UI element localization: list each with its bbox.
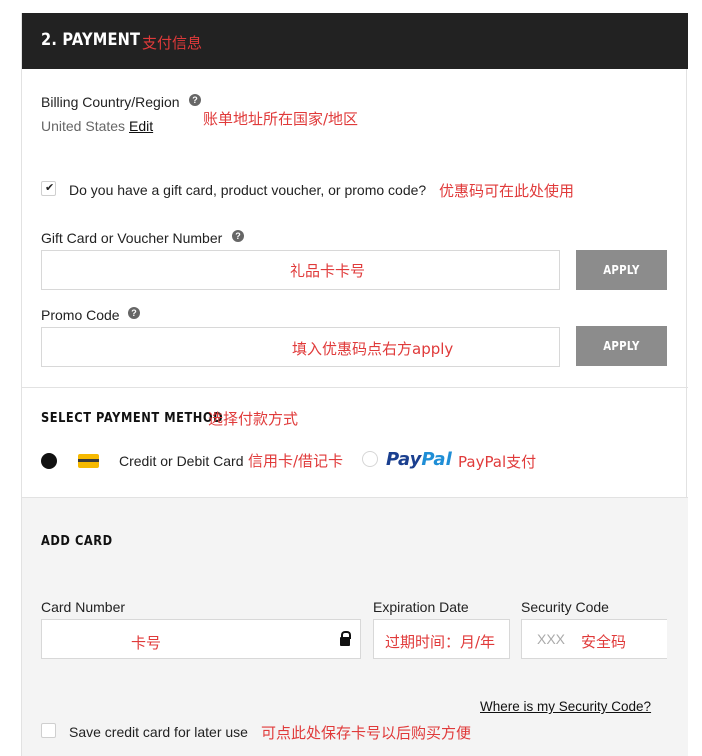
card-option-radio[interactable] [41, 453, 57, 469]
payment-title: 2. PAYMENT [41, 30, 141, 50]
save-card-label: Save credit card for later use [69, 724, 248, 740]
expiration-label: Expiration Date [373, 599, 469, 615]
credit-card-icon [78, 454, 99, 468]
save-card-checkbox[interactable] [41, 723, 56, 738]
security-code-label: Security Code [521, 599, 609, 615]
add-card-section: ADD CARD Card Number 卡号 Expiration Date … [22, 497, 688, 756]
card-option-label[interactable]: Credit or Debit Card [119, 453, 244, 469]
payment-panel: 2. PAYMENT 支付信息 Billing Country/Region ?… [21, 13, 688, 756]
promo-code-input[interactable]: 填入优惠码点右方apply [41, 327, 560, 367]
section-divider [22, 387, 688, 388]
gift-card-help-icon[interactable]: ? [232, 230, 244, 242]
promo-code-annotation: 填入优惠码点右方apply [292, 340, 454, 358]
save-card-annotation: 可点此处保存卡号以后购买方便 [261, 724, 472, 742]
promo-code-help-icon[interactable]: ? [128, 307, 140, 319]
billing-country-value: United States [41, 118, 126, 134]
paypal-logo[interactable]: PayPal [386, 449, 452, 470]
payment-header: 2. PAYMENT 支付信息 [22, 13, 688, 69]
billing-annotation: 账单地址所在国家/地区 [203, 110, 359, 128]
expiration-annotation: 过期时间：月/年 [385, 633, 496, 651]
add-card-title: ADD CARD [41, 534, 113, 549]
gift-card-annotation: 礼品卡卡号 [290, 262, 366, 280]
billing-edit-link[interactable]: Edit [129, 118, 153, 134]
billing-label: Billing Country/Region [41, 94, 180, 110]
expiration-input[interactable]: 过期时间：月/年 [373, 619, 510, 659]
gift-promo-annotation: 优惠码可在此处使用 [439, 182, 575, 200]
payment-method-title: SELECT PAYMENT METHOD [41, 411, 224, 426]
security-code-placeholder: XXX [537, 631, 566, 647]
security-code-input[interactable]: XXX 安全码 [521, 619, 667, 659]
promo-code-label: Promo Code [41, 307, 120, 323]
gift-card-label: Gift Card or Voucher Number [41, 230, 223, 246]
paypal-option-radio[interactable] [362, 451, 378, 467]
card-option-annotation: 信用卡/借记卡 [248, 452, 344, 470]
gift-promo-checkbox[interactable]: ✔ [41, 181, 56, 196]
gift-card-apply-button[interactable]: APPLY [576, 250, 667, 290]
gift-card-input[interactable]: 礼品卡卡号 [41, 250, 560, 290]
billing-help-icon[interactable]: ? [189, 94, 201, 106]
card-number-label: Card Number [41, 599, 126, 615]
payment-method-annotation: 选择付款方式 [208, 410, 299, 428]
card-number-annotation: 卡号 [131, 634, 162, 652]
lock-icon [340, 631, 351, 646]
gift-promo-label: Do you have a gift card, product voucher… [69, 182, 427, 198]
header-annotation: 支付信息 [142, 34, 203, 52]
card-number-input[interactable]: 卡号 [41, 619, 361, 659]
check-icon: ✔ [45, 182, 55, 194]
add-card-divider [22, 497, 688, 498]
security-code-help-link[interactable]: Where is my Security Code? [480, 699, 651, 714]
promo-code-apply-button[interactable]: APPLY [576, 326, 667, 366]
security-code-annotation: 安全码 [581, 633, 627, 651]
paypal-annotation: PayPal支付 [458, 453, 537, 471]
